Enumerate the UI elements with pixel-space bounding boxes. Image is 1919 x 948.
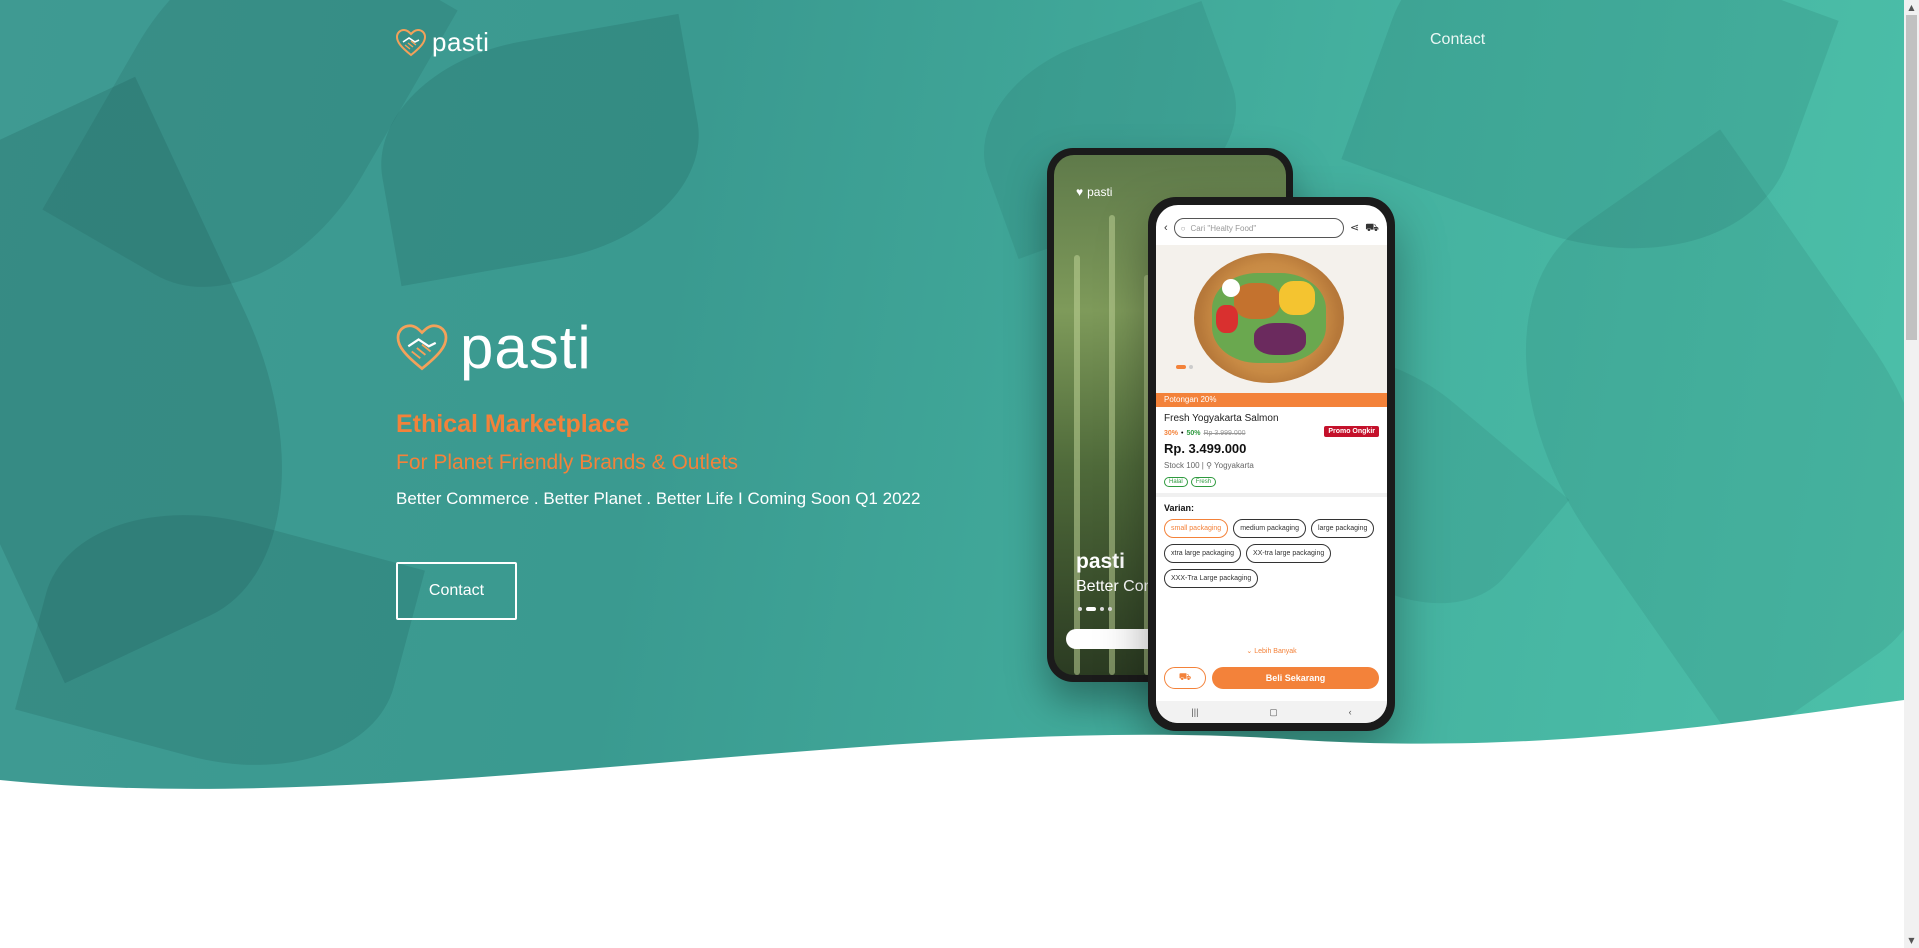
phone-front-screen: ‹ ○ Cari "Healty Food" ⋖ ⛟ Potongan 20% … (1156, 205, 1387, 723)
discount-1: 30% (1164, 430, 1179, 437)
hero-tagline: Better Commerce . Better Planet . Better… (396, 489, 921, 508)
nav-logo[interactable]: pasti (396, 27, 489, 58)
variant-options: small packaging medium packaging large p… (1164, 519, 1379, 588)
more-link: ⌄ Lebih Banyak (1156, 647, 1387, 655)
corn-stalk (1074, 255, 1080, 675)
phone-actions: ⛟ Beli Sekarang (1164, 667, 1379, 689)
old-price: Rp 3.999.000 (1203, 430, 1246, 437)
scroll-up-arrow-icon[interactable]: ▲ (1904, 0, 1919, 15)
tag-fresh: Fresh (1190, 477, 1217, 487)
salad-bowl (1194, 253, 1344, 383)
more-label: Lebih Banyak (1254, 648, 1297, 655)
chevron-down-icon: ⌄ (1246, 648, 1253, 655)
nav-logo-text: pasti (432, 27, 490, 57)
cart-icon: ⛟ (1365, 221, 1379, 234)
scroll-down-arrow-icon[interactable]: ▼ (1904, 933, 1919, 948)
hero-wave-divider (0, 700, 1904, 830)
product-stock: Stock 100 | ⚲ Yogyakarta (1164, 461, 1254, 470)
heart-icon: ♥ (1076, 185, 1084, 199)
hero-brand: pasti (396, 318, 592, 378)
hero-section: pasti Contact pasti Ethical Marketplace … (0, 0, 1904, 830)
hero-subheadline: For Planet Friendly Brands & Outlets (396, 451, 738, 474)
red-cabbage (1254, 323, 1306, 355)
phone-search-placeholder: Cari "Healty Food" (1190, 223, 1257, 233)
phone-back-title: pasti (1076, 550, 1126, 573)
chevron-left-icon: ‹ (1164, 221, 1168, 234)
phone-header: ‹ ○ Cari "Healty Food" ⋖ ⛟ (1156, 215, 1387, 241)
phone-mockup-front: ‹ ○ Cari "Healty Food" ⋖ ⛟ Potongan 20% … (1148, 197, 1395, 731)
variant-option: xtra large packaging (1164, 544, 1242, 563)
salmon-piece (1234, 283, 1280, 319)
leaf-decoration (1441, 129, 1904, 751)
phone-back-logo-text: pasti (1087, 185, 1113, 199)
hero-brand-text: pasti (460, 314, 592, 381)
hero-headline: Ethical Marketplace (396, 410, 630, 438)
contact-button[interactable]: Contact (396, 562, 517, 620)
product-name: Fresh Yogyakarta Salmon (1164, 413, 1279, 424)
product-tags: Halal Fresh (1164, 477, 1217, 487)
buy-now-button: Beli Sekarang (1212, 667, 1379, 689)
product-price: Rp. 3.499.000 (1164, 441, 1247, 456)
product-discounts: 30% • 50% Rp 3.999.000 (1164, 430, 1246, 437)
promo-badge: Promo Ongkir (1324, 426, 1379, 437)
variant-option: medium packaging (1233, 519, 1306, 538)
handshake-heart-icon (396, 324, 448, 371)
cart-icon: ⛟ (1178, 671, 1192, 683)
phone-back-logo: ♥ pasti (1076, 185, 1112, 199)
handshake-heart-icon (396, 28, 426, 56)
variant-option: XX-tra large packaging (1246, 544, 1332, 563)
phone-search-input: ○ Cari "Healty Food" (1173, 218, 1344, 238)
share-icon: ⋖ (1349, 221, 1360, 234)
variant-title: Varian: (1164, 503, 1195, 513)
corn (1279, 281, 1315, 315)
add-to-cart-button: ⛟ (1164, 667, 1206, 689)
discount-2: 50% (1186, 430, 1201, 437)
variant-option: XXX-Tra Large packaging (1164, 569, 1259, 588)
discount-separator: • (1181, 430, 1184, 437)
promo-bar: Potongan 20% (1156, 393, 1387, 407)
corn-stalk (1109, 215, 1115, 675)
carousel-dots (1078, 607, 1112, 611)
search-icon: ○ (1180, 223, 1186, 233)
tomato (1216, 305, 1238, 333)
divider (1156, 493, 1387, 497)
image-carousel-dots (1176, 365, 1193, 369)
scrollbar-thumb[interactable] (1906, 15, 1917, 340)
variant-option: large packaging (1310, 519, 1375, 538)
egg (1222, 279, 1240, 297)
product-image (1156, 245, 1387, 393)
variant-option: small packaging (1164, 519, 1229, 538)
nav-contact-link[interactable]: Contact (1430, 31, 1485, 49)
tag-halal: Halal (1164, 477, 1188, 487)
page-scrollbar[interactable]: ▲ ▼ (1904, 0, 1919, 948)
